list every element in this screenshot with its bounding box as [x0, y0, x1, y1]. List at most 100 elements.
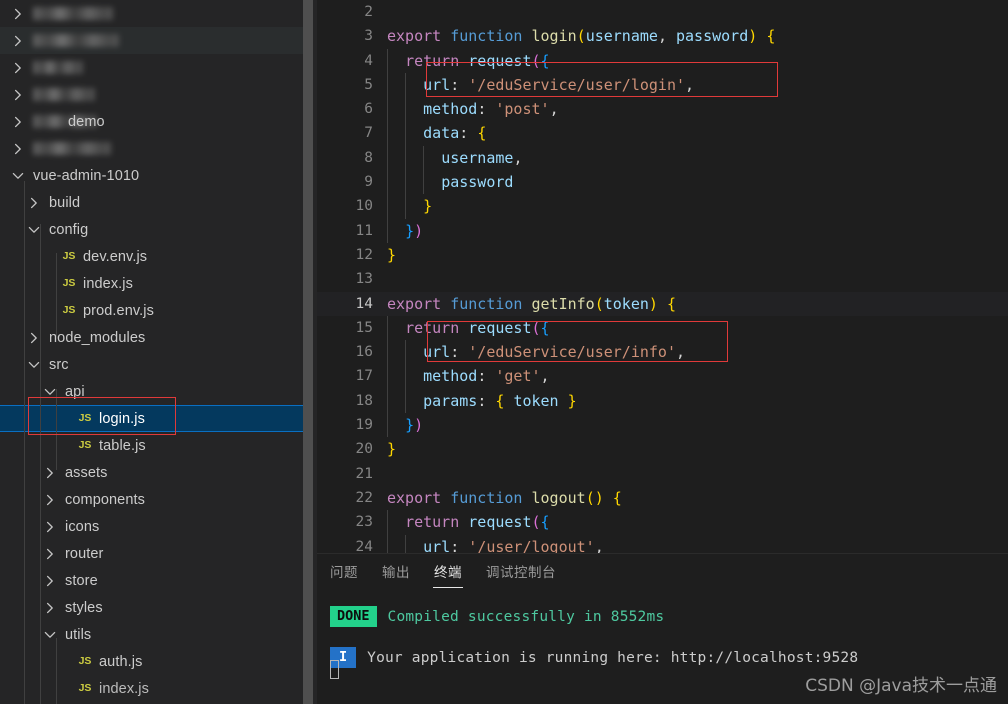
tree-label: store	[65, 572, 98, 589]
tree-folder-demo[interactable]: demo	[0, 108, 317, 135]
chevron-right-icon[interactable]	[42, 600, 58, 616]
file-tree[interactable]: demo vue-admin-1010 build config JS dev.env.j…	[0, 0, 317, 704]
panel-tab-output[interactable]: 输出	[381, 556, 411, 588]
tree-folder-components[interactable]: components	[0, 486, 317, 513]
chevron-right-icon[interactable]	[10, 6, 26, 22]
terminal-message: Your application is running here: http:/…	[367, 649, 859, 666]
code-token: {	[666, 294, 676, 313]
code-token: username	[441, 148, 514, 167]
chevron-right-icon[interactable]	[10, 141, 26, 157]
code-line-15[interactable]: 15 return request({	[317, 315, 1008, 341]
tree-file-dev-env-js[interactable]: JS dev.env.js	[0, 243, 317, 270]
chevron-right-icon[interactable]	[42, 519, 58, 535]
tree-folder-store[interactable]: store	[0, 567, 317, 594]
code-lines[interactable]: 2 3 export function login(username, passwo…	[317, 0, 1008, 553]
code-token: username	[585, 27, 658, 46]
terminal-output[interactable]: DONE Compiled successfully in 8552ms I Your…	[317, 590, 1008, 679]
code-token: getInfo	[531, 294, 595, 313]
code-token: export	[387, 488, 451, 507]
code-line-23[interactable]: 23 return request({	[317, 510, 1008, 535]
code-line-17[interactable]: 17 method: 'get',	[317, 364, 1008, 389]
chevron-right-icon[interactable]	[42, 573, 58, 589]
tree-file-login-js[interactable]: JS login.js	[0, 405, 317, 432]
code-line-3[interactable]: 3 export function login(username, passwor…	[317, 24, 1008, 48]
code-line-11[interactable]: 11 })	[317, 218, 1008, 243]
code-line-4[interactable]: 4 return request({	[317, 48, 1008, 73]
tree-folder-config[interactable]: config	[0, 216, 317, 243]
code-line-19[interactable]: 19 })	[317, 413, 1008, 438]
code-token: request	[468, 513, 532, 532]
tree-folder-node_modules[interactable]: node_modules	[0, 324, 317, 351]
chevron-right-icon[interactable]	[10, 87, 26, 103]
tree-folder-router[interactable]: router	[0, 540, 317, 567]
chevron-right-icon[interactable]	[42, 546, 58, 562]
code-line-9[interactable]: 9 password	[317, 170, 1008, 195]
code-line-6[interactable]: 6 method: 'post',	[317, 97, 1008, 122]
code-token: )	[414, 221, 424, 240]
code-line-5[interactable]: 5 url: '/eduService/user/login',	[317, 72, 1008, 98]
tree-folder-build[interactable]: build	[0, 189, 317, 216]
tree-label: router	[65, 545, 104, 562]
tree-file-table-js[interactable]: JS table.js	[0, 432, 317, 459]
panel-tab-debugconsole[interactable]: 调试控制台	[485, 556, 557, 588]
code-token: ,	[513, 148, 523, 167]
tree-file-auth-js[interactable]: JS auth.js	[0, 648, 317, 675]
tree-folder-redacted-1[interactable]	[0, 27, 317, 54]
tree-folder-redacted-0[interactable]	[0, 0, 317, 27]
code-line-7[interactable]: 7 data: {	[317, 121, 1008, 146]
tree-file-index-js[interactable]: JS index.js	[0, 270, 317, 297]
code-line-16[interactable]: 16 url: '/eduService/user/info',	[317, 340, 1008, 365]
code-text: return request({	[387, 49, 550, 73]
tree-folder-redacted-2[interactable]	[0, 54, 317, 81]
tree-file-prod-env-js[interactable]: JS prod.env.js	[0, 297, 317, 324]
panel-tab-terminal[interactable]: 终端	[433, 556, 463, 588]
tree-folder-api[interactable]: api	[0, 378, 317, 405]
code-line-22[interactable]: 22 export function logout() {	[317, 486, 1008, 510]
terminal-lines: DONE Compiled successfully in 8552ms I Your…	[330, 604, 1008, 670]
chevron-right-icon[interactable]	[10, 33, 26, 49]
code-line-24[interactable]: 24 url: '/user/logout',	[317, 534, 1008, 553]
tree-folder-src[interactable]: src	[0, 351, 317, 378]
code-line-2[interactable]: 2	[317, 0, 1008, 24]
code-editor[interactable]: 2 3 export function login(username, passwo…	[317, 0, 1008, 553]
tree-folder-styles[interactable]: styles	[0, 594, 317, 621]
tree-folder-redacted-5[interactable]	[0, 135, 317, 162]
indent-guide	[56, 389, 57, 470]
tree-label: utils	[65, 626, 92, 643]
chevron-right-icon[interactable]	[10, 114, 26, 130]
code-token: data	[423, 124, 460, 143]
javascript-file-icon: JS	[78, 412, 92, 425]
code-token: ,	[540, 367, 550, 386]
code-line-18[interactable]: 18 params: { token }	[317, 388, 1008, 414]
explorer-scrollbar-thumb[interactable]	[303, 0, 313, 704]
code-line-21[interactable]: 21	[317, 462, 1008, 486]
panel-tab-bar[interactable]: 问题 输出 终端 调试控制台	[317, 554, 1008, 590]
code-text: data: {	[387, 121, 486, 145]
code-line-14[interactable]: 14 export function getInfo(token) {	[317, 291, 1008, 316]
code-line-13[interactable]: 13	[317, 267, 1008, 291]
code-token: {	[540, 513, 550, 532]
panel-tab-problems[interactable]: 问题	[329, 556, 359, 588]
javascript-file-icon: JS	[62, 304, 76, 317]
tree-file-index-js[interactable]: JS index.js	[0, 675, 317, 702]
code-line-8[interactable]: 8 username,	[317, 145, 1008, 171]
code-line-12[interactable]: 12}	[317, 243, 1008, 267]
line-number: 19	[355, 417, 373, 434]
code-line-10[interactable]: 10 }	[317, 194, 1008, 219]
code-token: :	[459, 124, 478, 143]
tree-folder-assets[interactable]: assets	[0, 459, 317, 486]
tree-folder-utils[interactable]: utils	[0, 621, 317, 648]
tree-folder-vue-admin-1010[interactable]: vue-admin-1010	[0, 162, 317, 189]
chevron-right-icon[interactable]	[42, 492, 58, 508]
code-line-20[interactable]: 20}	[317, 437, 1008, 461]
code-token: }	[387, 440, 397, 459]
explorer-scrollbar[interactable]	[303, 0, 313, 704]
code-text: password	[387, 170, 513, 194]
code-token: }	[423, 197, 433, 216]
chevron-right-icon[interactable]	[10, 60, 26, 76]
tree-folder-redacted-3[interactable]	[0, 81, 317, 108]
tree-folder-icons[interactable]: icons	[0, 513, 317, 540]
chevron-right-icon[interactable]	[26, 195, 42, 211]
